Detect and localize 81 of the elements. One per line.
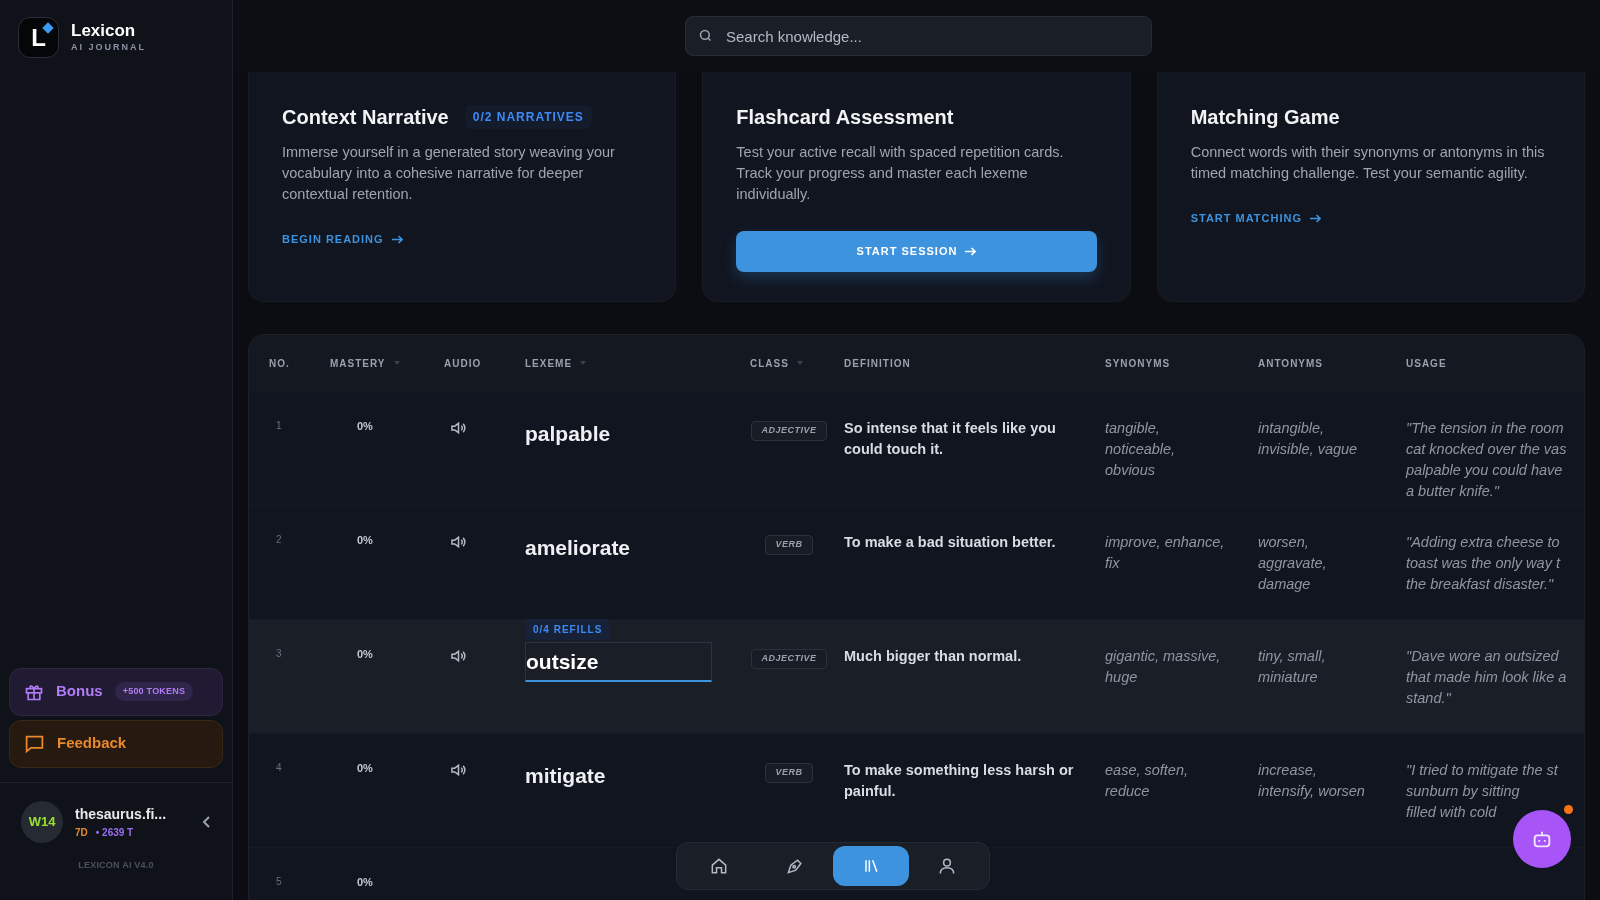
lexeme-word: palpable	[525, 422, 611, 445]
usage-text: "The tension in the room cat knocked over the vas palpable you could have a butter knife."	[1406, 419, 1567, 501]
row-number: 4	[275, 761, 283, 775]
definition-text: So intense that it feels like you could touch it.	[844, 419, 1057, 459]
arrow-right-icon	[1310, 213, 1321, 223]
row-number: 5	[275, 875, 283, 889]
card-description: Immerse yourself in a generated story weaving your vocabulary into a cohesive narrative for deeper contextual retention.	[282, 143, 616, 204]
speaker-icon[interactable]	[451, 763, 466, 777]
arrow-right-icon	[965, 247, 977, 256]
mastery-percent: 0%	[356, 875, 374, 890]
row-number: 1	[275, 419, 283, 433]
app-tagline: AI JOURNAL	[71, 41, 146, 55]
column-header: ANTONYMS	[1258, 356, 1324, 371]
search-field[interactable]: Search knowledge...	[685, 16, 1152, 56]
app-logo: L	[18, 17, 59, 58]
usage-text: "Dave wore an outsized that made him look like a stand."	[1406, 647, 1567, 708]
column-header: AUDIO	[444, 356, 482, 371]
message-icon	[24, 733, 45, 754]
action-link[interactable]: BEGIN READING	[282, 231, 403, 248]
lexeme-word: mitigate	[525, 764, 606, 787]
definition-text: To make something less harsh or painful.	[844, 761, 1075, 801]
speaker-icon[interactable]	[451, 421, 466, 435]
column-header: SYNONYMS	[1105, 356, 1171, 371]
definition-text: Much bigger than normal.	[844, 647, 1023, 666]
antonyms-text: tiny, small, miniature	[1258, 647, 1327, 687]
nav-tab[interactable]	[833, 846, 909, 886]
antonyms-text: intangible, invisible, vague	[1258, 419, 1359, 459]
synonyms-text: improve, enhance, fix	[1105, 533, 1226, 573]
word-class-tag: VERB	[765, 763, 813, 783]
synonyms-text: ease, soften, reduce	[1105, 761, 1190, 801]
word-class-tag: VERB	[765, 535, 813, 555]
column-header: CLASS	[750, 356, 789, 371]
bonus-label: Bonus	[56, 681, 103, 702]
usage-text: "Adding extra cheese to toast was the only way t the breakfast disaster."	[1406, 533, 1560, 594]
row-number: 3	[275, 647, 283, 661]
column-header: NO.	[269, 356, 290, 371]
bonus-button[interactable]: Bonus +500 TOKENS	[9, 667, 223, 716]
lexeme-word: ameliorate	[525, 536, 631, 559]
user-icon	[937, 856, 957, 876]
token-count: • 2639 T	[95, 825, 134, 840]
column-header: USAGE	[1406, 356, 1447, 371]
definition-text: To make a bad situation better.	[844, 533, 1057, 552]
column-header: MASTERY	[330, 356, 386, 371]
card-title: Flashcard Assessment	[736, 105, 954, 130]
word-class-tag: ADJECTIVE	[751, 421, 827, 441]
app-name: Lexicon	[71, 20, 137, 42]
lexeme-input[interactable]: outsize	[525, 642, 712, 682]
search-icon	[698, 28, 713, 43]
mastery-percent: 0%	[356, 419, 374, 434]
mastery-percent: 0%	[356, 533, 374, 548]
card-title: Matching Game	[1190, 105, 1340, 130]
synonyms-text: tangible, noticeable, obvious	[1105, 419, 1177, 480]
user-name: thesaurus.fi...	[75, 804, 168, 824]
feedback-button[interactable]: Feedback	[9, 719, 223, 768]
streak-count: 7D	[75, 825, 88, 840]
card-description: Test your active recall with spaced repetition cards. Track your progress and master each lexeme individually.	[736, 143, 1065, 204]
pen-icon	[785, 856, 805, 876]
start-session-button[interactable]: START SESSION	[736, 231, 1097, 272]
speaker-icon[interactable]	[451, 535, 466, 549]
mastery-percent: 0%	[356, 647, 374, 662]
synonyms-text: gigantic, massive, huge	[1105, 647, 1222, 687]
column-header: DEFINITION	[844, 356, 911, 371]
token-badge: +500 TOKENS	[114, 681, 194, 702]
card-title: Context Narrative	[282, 105, 449, 130]
version-label: LEXICON AI V4.0	[77, 858, 155, 872]
user-avatar: W14	[21, 800, 63, 843]
antonyms-text: worsen, aggravate, damage	[1258, 533, 1328, 594]
word-class-tag: ADJECTIVE	[751, 649, 827, 669]
card-description: Connect words with their synonyms or antonyms in this timed matching challenge. Test your semantic agility.	[1190, 143, 1546, 183]
speaker-icon[interactable]	[451, 649, 466, 663]
action-link[interactable]: START MATCHING	[1190, 210, 1321, 227]
row-number: 2	[275, 533, 283, 547]
usage-text: "I tried to mitigate the st sunburn by sitting filled with cold	[1406, 761, 1558, 822]
arrow-right-icon	[391, 234, 403, 244]
mastery-percent: 0%	[356, 761, 374, 776]
collapse-chevron-icon[interactable]	[201, 814, 211, 829]
refill-badge: 0/4 REFILLS	[525, 619, 611, 640]
home-icon	[709, 856, 729, 876]
progress-badge: 0/2 NARRATIVES	[464, 105, 592, 129]
column-header: LEXEME	[525, 356, 573, 371]
antonyms-text: increase, intensify, worsen	[1258, 761, 1366, 801]
